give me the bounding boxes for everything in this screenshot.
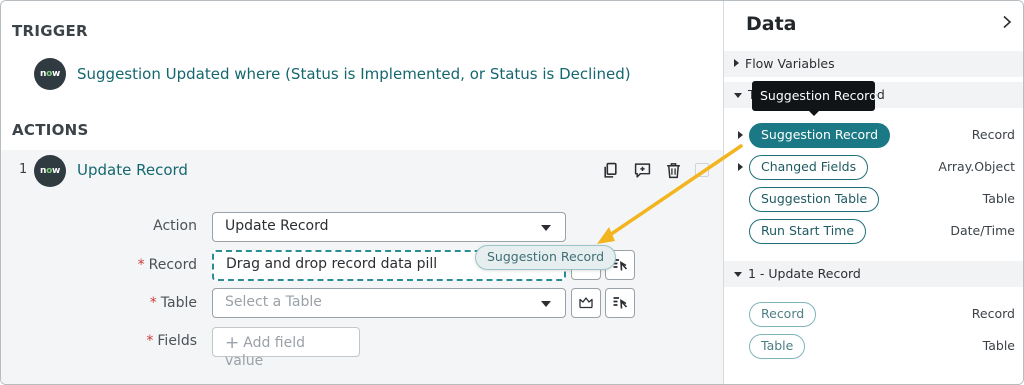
now-logo-text: now: [39, 69, 60, 79]
table-label-text: Table: [160, 295, 197, 311]
dragging-data-pill[interactable]: Suggestion Record: [475, 245, 617, 270]
pill-suggestion-record[interactable]: Suggestion Record: [749, 123, 891, 148]
now-logo-text: now: [39, 166, 60, 176]
type-label: Record: [971, 306, 1015, 321]
table-select[interactable]: Select a Table: [212, 288, 566, 318]
expand-icon[interactable]: [738, 131, 743, 139]
picker-icon: [613, 297, 628, 309]
group-label: Flow Variables: [745, 56, 835, 71]
add-field-value-button[interactable]: + Add field value: [212, 327, 360, 369]
pill-table[interactable]: Table: [749, 334, 806, 359]
table-field-label: * Table: [107, 295, 197, 311]
action-select-value: Update Record: [225, 218, 329, 234]
record-field-label: * Record: [107, 257, 197, 273]
flow-editor: TRIGGER now Suggestion Updated where (St…: [1, 1, 723, 384]
record-drop-placeholder: Drag and drop record data pill: [226, 256, 438, 272]
type-label: Record: [971, 127, 1015, 142]
collapse-icon: [734, 93, 742, 98]
data-pill-icon: [579, 297, 593, 309]
add-comment-icon[interactable]: [633, 161, 651, 179]
flow-designer-window: TRIGGER now Suggestion Updated where (St…: [0, 0, 1024, 385]
chevron-down-icon: [541, 301, 551, 307]
required-mark: *: [149, 295, 157, 311]
pill-tooltip: Suggestion Record: [752, 81, 877, 111]
required-mark: *: [146, 333, 154, 349]
group-update-record[interactable]: 1 - Update Record: [724, 261, 1023, 287]
chevron-down-icon: [541, 225, 551, 231]
type-label: Table: [982, 338, 1015, 353]
step-title-link[interactable]: Update Record: [77, 161, 188, 179]
expand-icon: [734, 59, 739, 67]
pill-suggestion-table[interactable]: Suggestion Table: [749, 187, 880, 212]
group-label: 1 - Update Record: [748, 266, 861, 281]
now-logo-icon: now: [34, 58, 66, 90]
fields-label-text: Fields: [157, 333, 197, 349]
group-flow-variables[interactable]: Flow Variables: [724, 51, 1023, 77]
trigger-description-link[interactable]: Suggestion Updated where (Status is Impl…: [77, 65, 631, 83]
pill-record[interactable]: Record: [749, 302, 817, 327]
fields-field-label: * Fields: [107, 333, 197, 349]
expand-icon[interactable]: [738, 163, 743, 171]
table-data-pill-button[interactable]: [571, 288, 601, 318]
type-label: Date/Time: [950, 223, 1015, 238]
step-number: 1: [19, 162, 28, 177]
action-select[interactable]: Update Record: [212, 212, 566, 242]
copy-icon[interactable]: [601, 161, 619, 179]
type-label: Table: [982, 191, 1015, 206]
table-select-placeholder: Select a Table: [225, 294, 322, 310]
pill-run-start-time[interactable]: Run Start Time: [749, 219, 867, 244]
data-panel-title: Data: [746, 13, 797, 35]
collapse-icon: [734, 272, 742, 277]
type-label: Array.Object: [938, 159, 1015, 174]
trash-icon[interactable]: [664, 161, 682, 179]
action-field-label: Action: [153, 218, 197, 234]
actions-section-title: ACTIONS: [12, 121, 89, 139]
required-mark: *: [137, 257, 145, 273]
table-picker-button[interactable]: [605, 288, 635, 318]
trigger-section-title: TRIGGER: [12, 22, 88, 40]
record-label-text: Record: [148, 257, 197, 273]
now-logo-icon: now: [34, 155, 66, 187]
tooltip-pointer: [808, 110, 820, 116]
plus-icon: +: [225, 333, 240, 353]
pill-changed-fields[interactable]: Changed Fields: [749, 155, 869, 180]
chevron-right-icon[interactable]: [1001, 15, 1013, 29]
more-options-placeholder: [695, 163, 709, 177]
data-panel: Data Flow Variables Tated Suggestion Rec…: [723, 1, 1023, 384]
